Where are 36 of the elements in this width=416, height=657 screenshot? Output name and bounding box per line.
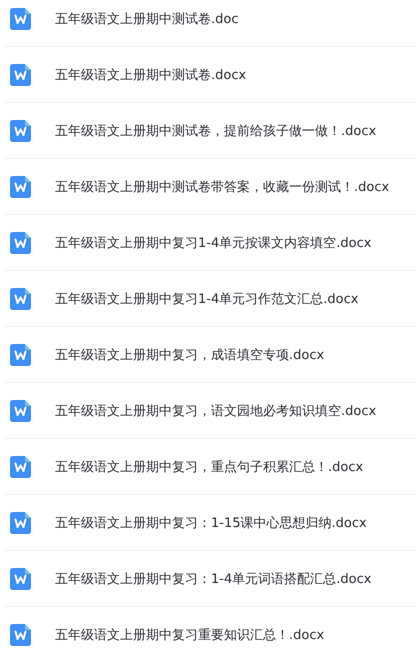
word-document-icon	[10, 400, 31, 422]
word-document-icon	[10, 624, 31, 646]
word-document-icon	[10, 176, 31, 198]
word-document-icon	[10, 456, 31, 478]
file-name: 五年级语文上册期中测试卷.doc	[55, 10, 238, 28]
file-name: 五年级语文上册期中复习，语文园地必考知识填空.docx	[55, 402, 376, 420]
word-document-icon	[10, 288, 31, 310]
file-row[interactable]: 五年级语文上册期中复习，重点句子积累汇总！.docx	[3, 439, 416, 495]
file-row[interactable]: 五年级语文上册期中复习1-4单元习作范文汇总.docx	[3, 271, 416, 327]
word-document-icon	[10, 64, 31, 86]
file-row[interactable]: 五年级语文上册期中复习，成语填空专项.docx	[3, 327, 416, 383]
word-document-icon	[10, 120, 31, 142]
file-row[interactable]: 五年级语文上册期中复习：1-4单元词语搭配汇总.docx	[3, 551, 416, 607]
word-document-icon	[10, 232, 31, 254]
file-name: 五年级语文上册期中复习，成语填空专项.docx	[55, 346, 324, 364]
file-name: 五年级语文上册期中测试卷带答案，收藏一份测试！.docx	[55, 178, 390, 196]
file-name: 五年级语文上册期中复习，重点句子积累汇总！.docx	[55, 458, 364, 476]
file-row[interactable]: 五年级语文上册期中复习重要知识汇总！.docx	[3, 607, 416, 657]
file-row[interactable]: 五年级语文上册期中复习1-4单元按课文内容填空.docx	[3, 215, 416, 271]
file-row[interactable]: 五年级语文上册期中测试卷.docx	[3, 47, 416, 103]
word-document-icon	[10, 8, 31, 30]
word-document-icon	[10, 512, 31, 534]
file-name: 五年级语文上册期中复习重要知识汇总！.docx	[55, 626, 324, 644]
file-name: 五年级语文上册期中复习：1-4单元词语搭配汇总.docx	[55, 570, 372, 588]
file-name: 五年级语文上册期中复习1-4单元习作范文汇总.docx	[55, 290, 358, 308]
file-row[interactable]: 五年级语文上册期中测试卷，提前给孩子做一做！.docx	[3, 103, 416, 159]
file-row[interactable]: 五年级语文上册期中测试卷.doc	[3, 0, 416, 47]
word-document-icon	[10, 568, 31, 590]
file-name: 五年级语文上册期中复习1-4单元按课文内容填空.docx	[55, 234, 372, 252]
file-row[interactable]: 五年级语文上册期中复习：1-15课中心思想归纳.docx	[3, 495, 416, 551]
file-name: 五年级语文上册期中测试卷，提前给孩子做一做！.docx	[55, 122, 376, 140]
file-row[interactable]: 五年级语文上册期中复习，语文园地必考知识填空.docx	[3, 383, 416, 439]
word-document-icon	[10, 344, 31, 366]
file-row[interactable]: 五年级语文上册期中测试卷带答案，收藏一份测试！.docx	[3, 159, 416, 215]
file-name: 五年级语文上册期中复习：1-15课中心思想归纳.docx	[55, 514, 367, 532]
file-name: 五年级语文上册期中测试卷.docx	[55, 66, 246, 84]
